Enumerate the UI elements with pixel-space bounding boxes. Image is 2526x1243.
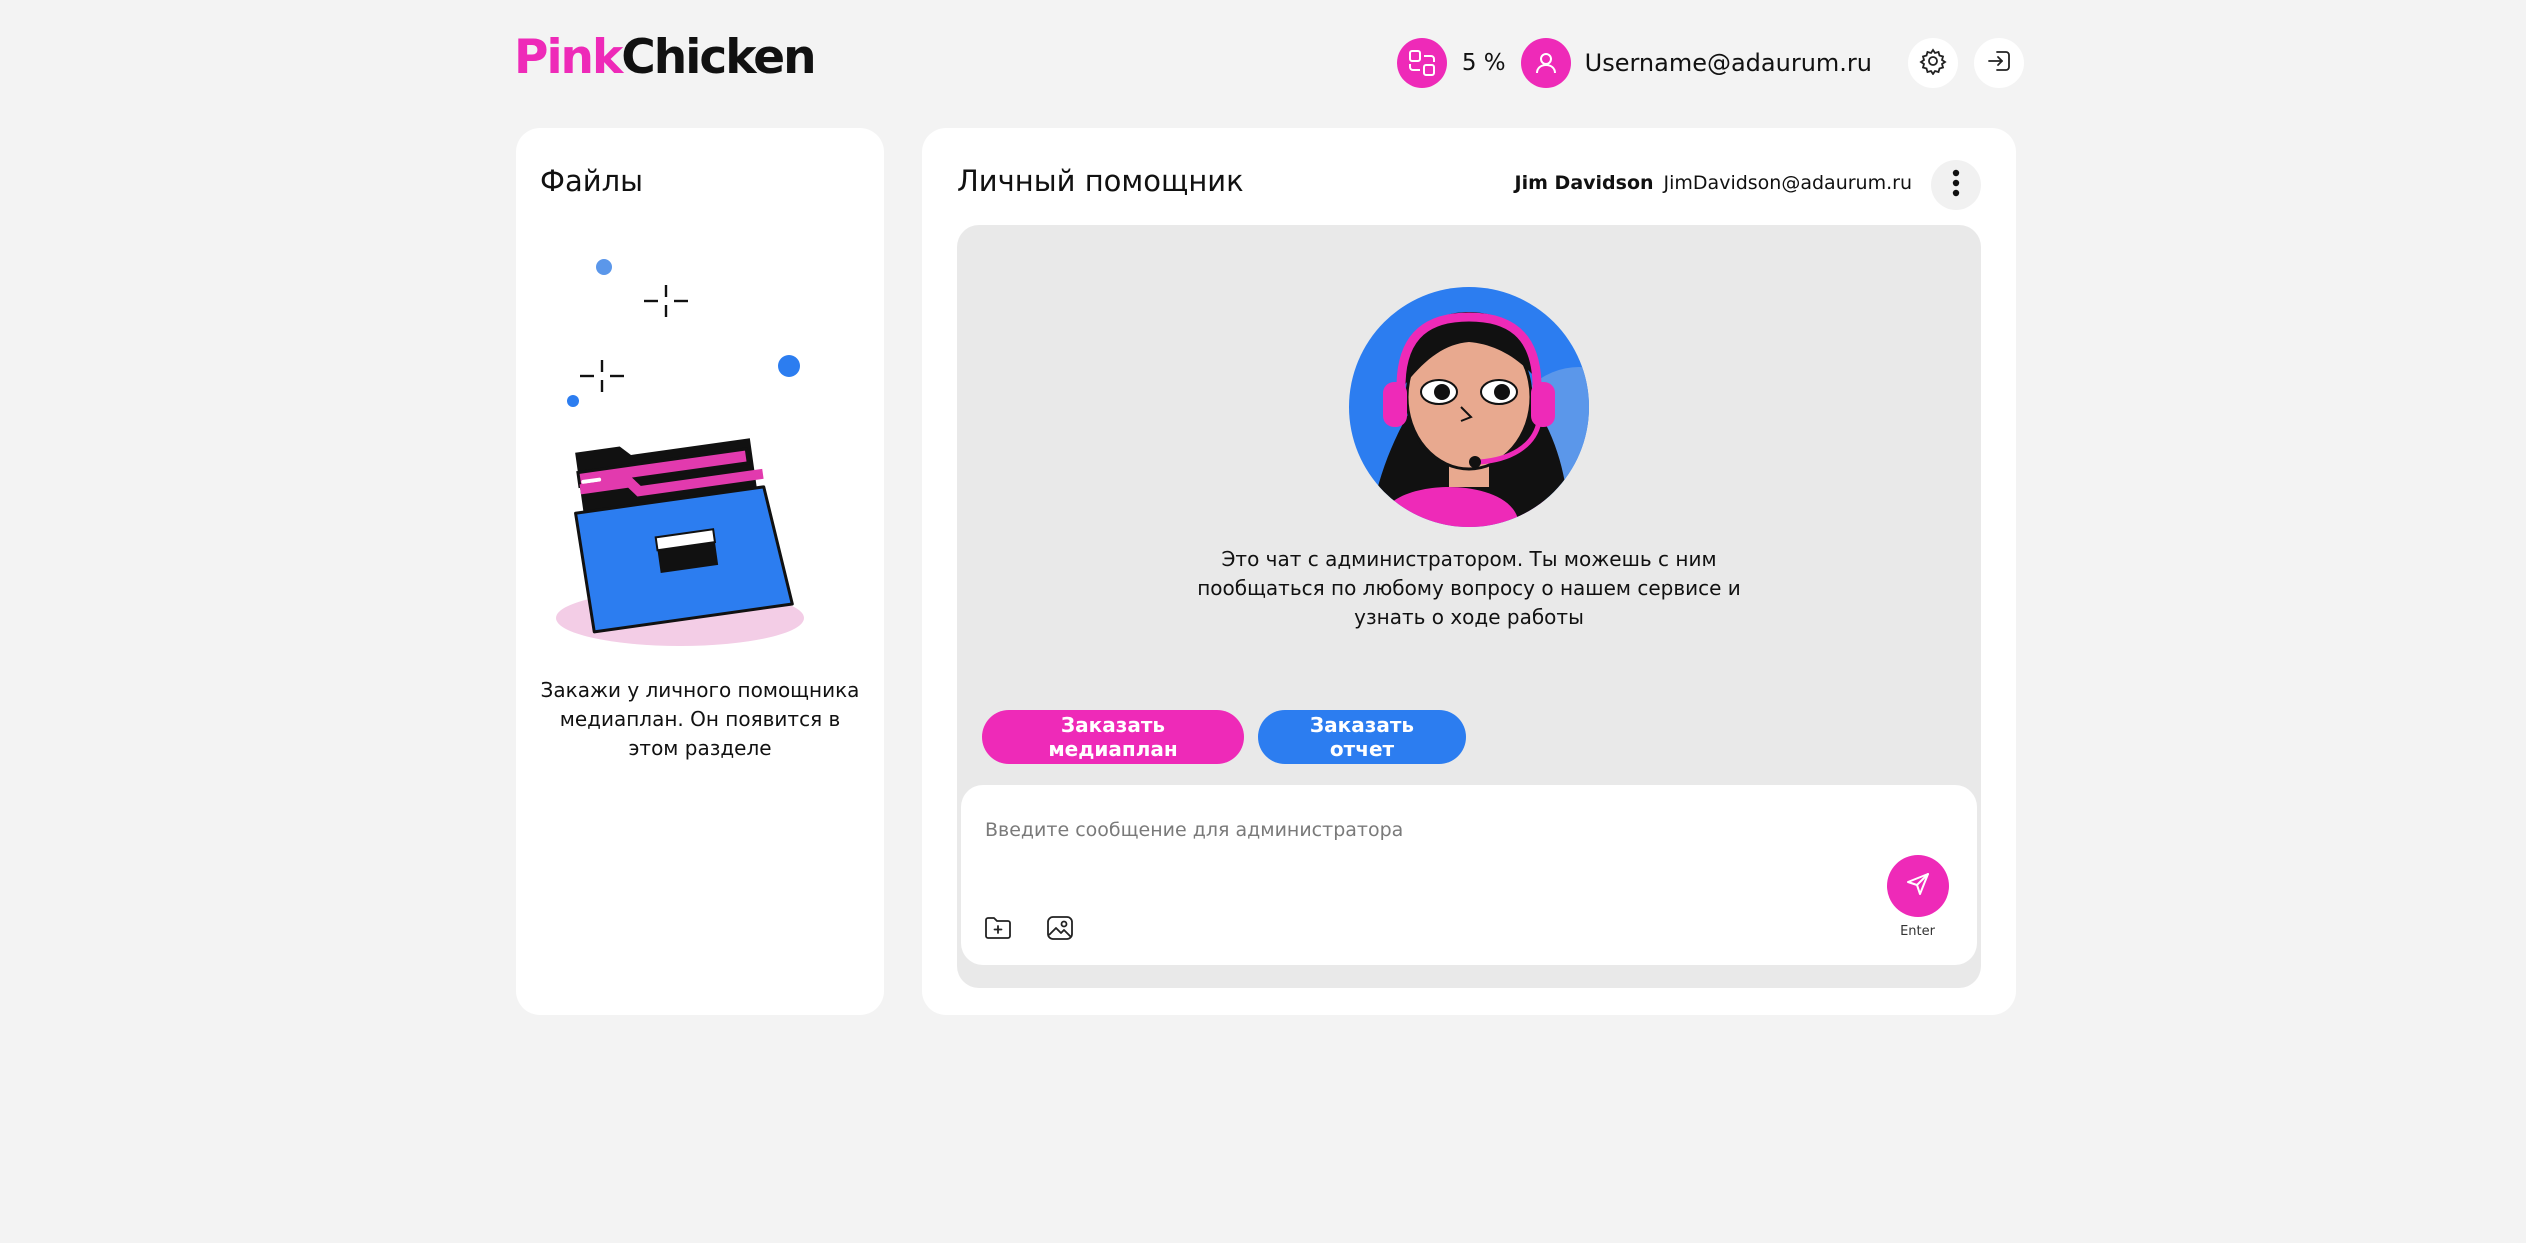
order-report-button[interactable]: Заказать отчет: [1258, 710, 1466, 764]
send-shortcut-hint: Enter: [1900, 924, 1935, 939]
more-icon: [1952, 169, 1960, 201]
contact-name: Jim Davidson: [1514, 172, 1654, 194]
assistant-panel: Личный помощник Jim Davidson JimDavidson@…: [922, 128, 2016, 1015]
attach-folder-button[interactable]: [981, 913, 1015, 947]
attach-image-button[interactable]: [1043, 913, 1077, 947]
logout-button[interactable]: [1974, 38, 2024, 88]
assistant-title: Личный помощник: [957, 164, 1244, 198]
order-mediaplan-button[interactable]: Заказать медиаплан: [982, 710, 1244, 764]
progress-icon: [1396, 38, 1447, 88]
logo-part-dark: Chicken: [621, 30, 816, 85]
logout-icon: [1985, 47, 2013, 79]
contact-email: JimDavidson@adaurum.ru: [1663, 172, 1912, 194]
username[interactable]: Username@adaurum.ru: [1585, 49, 1872, 77]
files-panel: Файлы Закажи у личного помощника медиапл…: [516, 128, 884, 1015]
user-icon[interactable]: [1520, 38, 1571, 88]
gear-icon: [1919, 47, 1947, 79]
logo-part-pink: Pink: [514, 30, 623, 85]
logo[interactable]: PinkChicken: [514, 30, 817, 86]
settings-button[interactable]: [1908, 38, 1958, 88]
message-input[interactable]: [985, 815, 1865, 845]
chat-area: Это чат с администратором. Ты можешь с н…: [957, 225, 1981, 988]
attach-folder-icon: [983, 914, 1013, 946]
chat-intro-text: Это чат с администратором. Ты можешь с н…: [1197, 547, 1741, 629]
contact-info: Jim Davidson JimDavidson@adaurum.ru: [1515, 172, 1912, 194]
header-user-bar: 5 % Username@adaurum.ru: [1396, 38, 2024, 88]
files-title: Файлы: [540, 164, 644, 198]
send-icon: [1904, 870, 1932, 902]
assistant-avatar: [1349, 287, 1589, 527]
files-hint: Закажи у личного помощника медиаплан. Он…: [540, 678, 860, 760]
message-composer: Enter: [961, 785, 1977, 965]
progress-percent: 5 %: [1461, 50, 1506, 76]
send-button[interactable]: [1887, 855, 1949, 917]
more-options-button[interactable]: [1931, 160, 1981, 210]
attach-image-icon: [1045, 914, 1075, 946]
